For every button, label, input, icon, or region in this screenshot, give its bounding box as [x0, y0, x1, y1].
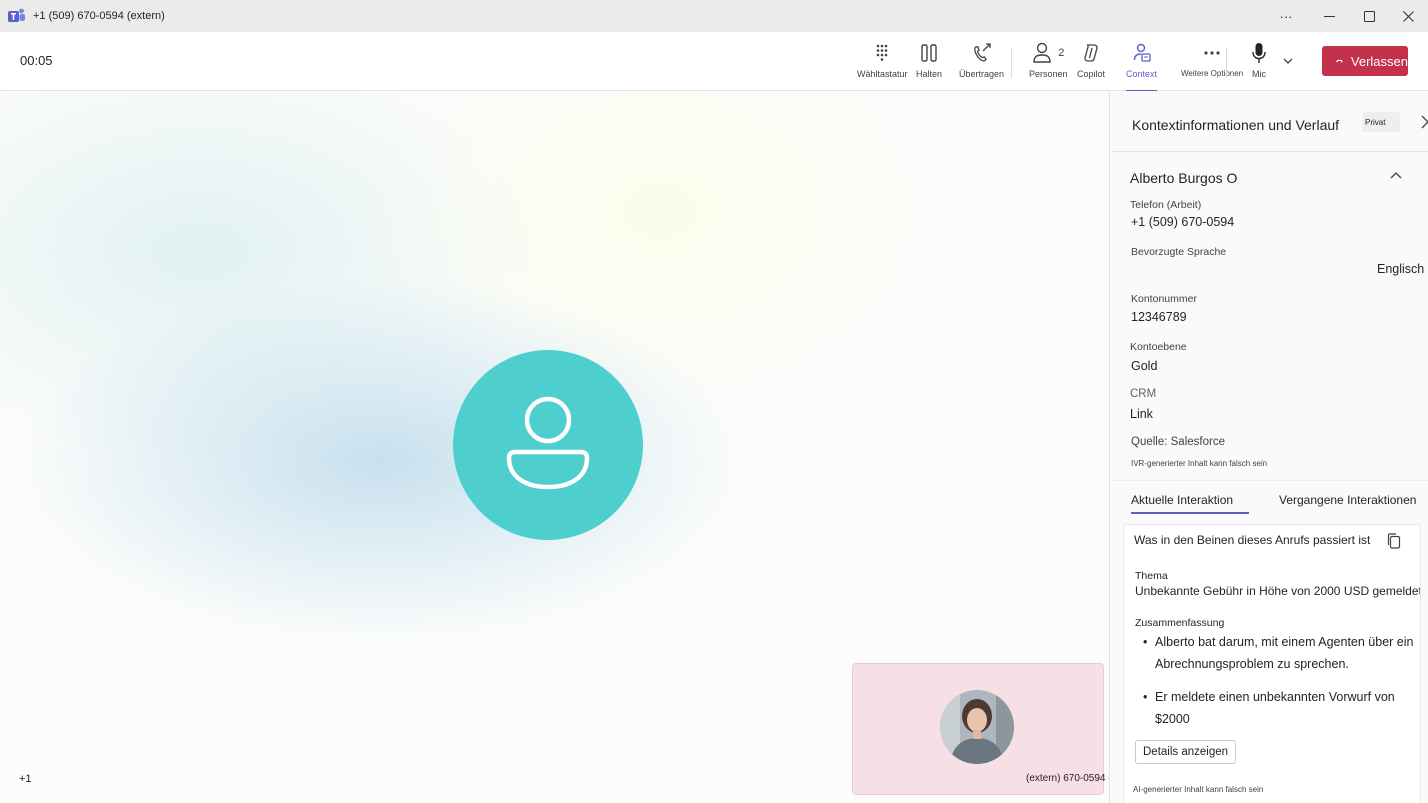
more-options-button[interactable]: Weitere Optionen [1181, 41, 1243, 85]
panel-close-icon[interactable] [1421, 115, 1428, 129]
dialpad-button[interactable]: Wähltastatur [857, 41, 908, 85]
summary-card-title: Was in den Beinen dieses Anrufs passiert… [1134, 533, 1371, 547]
mic-label: Mic [1252, 69, 1266, 79]
copy-icon[interactable] [1387, 533, 1401, 549]
tier-label: Kontoebene [1130, 341, 1187, 353]
context-button[interactable]: Context [1126, 41, 1158, 92]
mic-icon [1252, 43, 1266, 63]
call-timer: 00:05 [20, 53, 53, 68]
panel-title: Kontextinformationen und Verlauf [1132, 117, 1340, 133]
show-details-button[interactable]: Details anzeigen [1135, 740, 1237, 764]
caller-number-short: +1 [19, 773, 32, 785]
tab-past-interactions[interactable]: Vergangene Interaktionen [1279, 493, 1416, 507]
self-avatar [940, 690, 1014, 764]
call-toolbar: 00:05 Wähltastatur Halten Übertragen 2 P… [0, 32, 1428, 92]
phone-hangup-icon [1336, 59, 1343, 63]
summary-card: Was in den Beinen dieses Anrufs passiert… [1123, 524, 1421, 803]
language-value: Englisch [1377, 262, 1425, 276]
summary-bullet: Alberto bat darum, mit einem Agenten übe… [1143, 631, 1420, 675]
source-label: Quelle: Salesforce [1131, 436, 1225, 448]
title-bar: +1 (509) 670-0594 (extern) ··· [0, 0, 1428, 32]
minimize-button[interactable] [1309, 0, 1349, 32]
tier-value: Gold [1131, 359, 1158, 373]
ivr-disclaimer: IVR-generierter Inhalt kann falsch sein [1131, 459, 1268, 468]
toolbar-divider [1226, 48, 1227, 78]
self-view-caption: (extern) 670-0594 (509) [1026, 773, 1109, 784]
people-button[interactable]: 2 Personen [1029, 41, 1068, 85]
chevron-up-icon[interactable] [1390, 171, 1402, 179]
leave-label: Verlassen [1350, 53, 1408, 69]
leave-button[interactable]: Verlassen [1322, 46, 1408, 76]
topic-value: Unbekannte Gebühr in Höhe von 2000 USD g… [1135, 584, 1421, 598]
crm-link[interactable]: Link [1130, 407, 1153, 421]
caller-avatar [453, 350, 643, 540]
close-window-button[interactable] [1388, 0, 1428, 32]
more-options-icon [1204, 51, 1220, 55]
minimize-icon [1323, 15, 1335, 17]
tab-current-interaction[interactable]: Aktuelle Interaktion [1131, 493, 1250, 514]
account-label: Kontonummer [1131, 293, 1197, 305]
account-value: 12346789 [1131, 310, 1187, 324]
context-icon [1133, 43, 1151, 62]
summary-label: Zusammenfassung [1135, 617, 1225, 629]
call-stage: +1 (extern) 670-0594 (509) [0, 91, 1110, 803]
dialpad-label: Wähltastatur [857, 69, 908, 79]
toolbar-divider [1011, 48, 1012, 78]
user-photo-icon [940, 690, 1014, 764]
more-options-label: Weitere Optionen [1181, 69, 1244, 78]
maximize-icon [1363, 10, 1375, 22]
mic-button[interactable]: Mic [1251, 41, 1267, 85]
teams-logo-icon [8, 8, 25, 22]
chevron-down-icon[interactable] [1283, 58, 1293, 65]
people-label: Personen [1029, 69, 1068, 79]
transfer-label: Übertragen [959, 69, 1005, 79]
context-panel: Kontextinformationen und Verlauf Privat … [1111, 91, 1428, 803]
interaction-tabs: Aktuelle Interaktion Vergangene Interakt… [1111, 480, 1428, 514]
people-icon [1033, 42, 1051, 63]
more-icon[interactable]: ··· [1266, 0, 1306, 32]
dialpad-icon [876, 44, 888, 61]
window-title: +1 (509) 670-0594 (extern) [33, 10, 165, 22]
crm-label: CRM [1130, 388, 1157, 400]
hold-button[interactable]: Halten [916, 41, 942, 85]
hold-label: Halten [916, 69, 943, 79]
copilot-button[interactable]: Copilot [1077, 41, 1105, 85]
hold-icon [921, 44, 937, 62]
phone-value: +1 (509) 670-0594 [1131, 215, 1235, 229]
context-label: Context [1126, 69, 1158, 79]
close-icon [1402, 10, 1414, 22]
ai-disclaimer: AI-generierter Inhalt kann falsch sein [1133, 785, 1264, 794]
transfer-button[interactable]: Übertragen [959, 41, 1004, 85]
phone-label: Telefon (Arbeit) [1130, 199, 1202, 211]
copilot-icon [1084, 44, 1098, 62]
language-label: Bevorzugte Sprache [1131, 246, 1227, 258]
maximize-button[interactable] [1349, 0, 1389, 32]
topic-label: Thema [1135, 570, 1168, 582]
copilot-label: Copilot [1077, 69, 1106, 79]
contact-name: Alberto Burgos O [1130, 170, 1238, 186]
summary-bullet: Er meldete einen unbekannten Vorwurf von… [1143, 686, 1415, 730]
transfer-icon [973, 43, 991, 62]
panel-header: Kontextinformationen und Verlauf Privat [1111, 91, 1428, 152]
person-icon [506, 396, 590, 490]
privat-toggle[interactable]: Privat [1362, 112, 1400, 132]
people-count: 2 [1058, 47, 1065, 59]
